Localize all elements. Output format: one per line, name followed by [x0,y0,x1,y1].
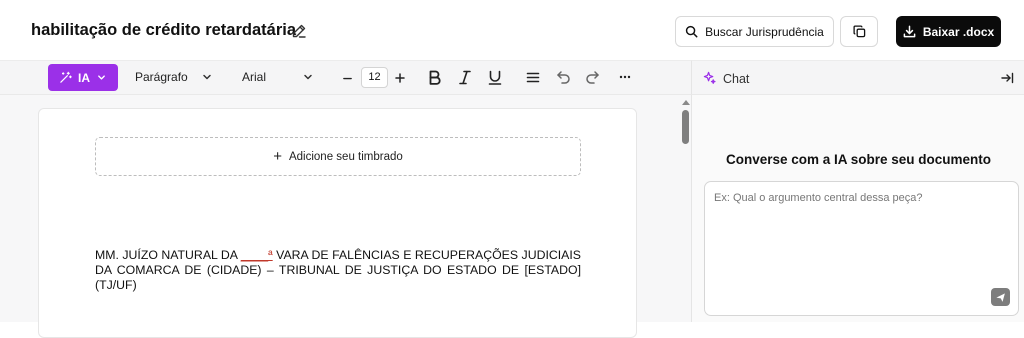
search-button-label: Buscar Jurisprudência [705,24,824,39]
add-letterhead-button[interactable]: + Adicione seu timbrado [95,137,581,176]
bold-icon[interactable] [427,69,443,86]
document-title[interactable]: habilitação de crédito retardatária [31,21,296,40]
chat-panel-header: Chat [691,60,1024,95]
copy-icon [852,25,865,38]
font-family-select[interactable]: Arial [242,70,266,84]
align-icon[interactable] [526,71,540,84]
paragraph-prefix: MM. JUÍZO NATURAL DA [95,248,241,262]
italic-icon[interactable] [457,69,473,86]
underline-icon[interactable] [487,69,503,86]
undo-icon[interactable] [556,70,571,84]
send-icon [996,292,1005,302]
chat-title: Converse com a IA sobre seu documento [725,152,992,167]
sparkle-icon [703,71,716,84]
chevron-down-icon[interactable] [202,72,212,82]
font-size-input[interactable]: 12 [361,67,388,88]
scrollbar-thumb[interactable] [682,110,689,144]
plus-icon: + [273,148,282,165]
letterhead-label: Adicione seu timbrado [288,150,403,163]
document-paragraph[interactable]: MM. JUÍZO NATURAL DA ____ª VARA DE FALÊN… [95,248,581,293]
copy-button[interactable] [840,16,878,47]
document-canvas: + Adicione seu timbrado MM. JUÍZO NATURA… [0,95,691,338]
send-button[interactable] [991,288,1010,306]
wand-icon [60,71,72,83]
ia-button-label: IA [78,70,90,85]
edit-pencil-icon[interactable] [291,23,307,39]
plus-icon[interactable] [394,72,406,84]
paragraph-style-select[interactable]: Parágrafo [135,70,188,84]
more-options-icon[interactable] [619,75,631,79]
search-icon [685,25,698,38]
collapse-panel-icon[interactable] [1001,72,1014,84]
chat-panel: Converse com a IA sobre seu documento [691,95,1024,322]
chevron-down-icon [98,75,105,80]
ia-menu-button[interactable]: IA [48,64,118,91]
editor-toolbar: IA Parágrafo Arial 12 [0,60,691,95]
chat-tab-label[interactable]: Chat [723,72,749,86]
download-icon [903,25,916,38]
document-page[interactable]: + Adicione seu timbrado MM. JUÍZO NATURA… [38,108,637,338]
scroll-up-arrow-icon[interactable] [682,100,690,105]
app-header: habilitação de crédito retardatária Busc… [0,0,1024,60]
minus-icon[interactable] [342,73,353,84]
redo-icon[interactable] [585,70,600,84]
search-jurisprudence-button[interactable]: Buscar Jurisprudência [675,16,834,47]
chat-message-input[interactable] [704,181,1019,316]
download-button-label: Baixar .docx [922,24,995,39]
chevron-down-icon[interactable] [303,72,313,82]
download-docx-button[interactable]: Baixar .docx [896,16,1001,47]
fill-in-blank: ____ª [240,248,273,262]
